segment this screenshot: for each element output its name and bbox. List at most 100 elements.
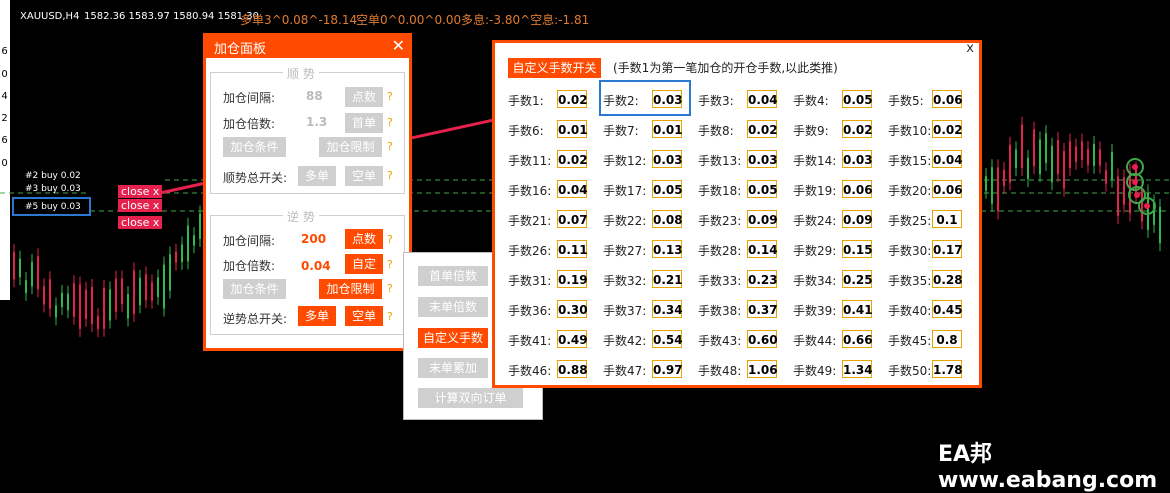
lot-input[interactable]: 0.45 — [932, 300, 963, 318]
lot-input[interactable]: 0.02 — [747, 120, 778, 138]
lot-input[interactable]: 0.06 — [932, 90, 963, 108]
lot-label: 手数29: — [793, 244, 837, 258]
help-icon[interactable]: ? — [387, 282, 393, 295]
candle-body — [1105, 170, 1107, 184]
trend-interval-value[interactable]: 88 — [306, 89, 323, 103]
lot-input[interactable]: 1.34 — [842, 360, 873, 378]
lot-input[interactable]: 0.17 — [932, 240, 963, 258]
last-order-multiplier-button[interactable]: 末单倍数 — [418, 297, 488, 317]
lot-input[interactable]: 0.06 — [842, 180, 873, 198]
lot-input[interactable]: 0.88 — [557, 360, 588, 378]
trend-long-button[interactable]: 多单 — [298, 166, 336, 186]
lot-input[interactable]: 0.30 — [557, 300, 588, 318]
lot-input[interactable]: 0.97 — [652, 360, 683, 378]
counter-points-button[interactable]: 点数 — [345, 229, 383, 249]
lot-input[interactable]: 0.25 — [842, 270, 873, 288]
lot-input[interactable]: 0.02 — [557, 90, 588, 108]
help-icon[interactable]: ? — [387, 233, 393, 246]
lot-input[interactable]: 0.1 — [932, 210, 962, 228]
trend-condition-button[interactable]: 加仓条件 — [223, 137, 286, 157]
close-icon[interactable]: ✕ — [392, 36, 405, 55]
lot-input[interactable]: 0.13 — [652, 240, 683, 258]
lot-input[interactable]: 0.01 — [652, 120, 683, 138]
lot-input[interactable]: 0.09 — [842, 210, 873, 228]
help-icon[interactable]: ? — [387, 169, 393, 182]
help-icon[interactable]: ? — [387, 90, 393, 103]
lot-input[interactable]: 0.60 — [747, 330, 778, 348]
first-order-multiplier-button[interactable]: 首单倍数 — [418, 266, 488, 286]
lot-input[interactable]: 0.11 — [557, 240, 588, 258]
counter-long-button[interactable]: 多单 — [298, 306, 336, 326]
counter-multiplier-value[interactable]: 0.04 — [301, 259, 331, 273]
counter-custom-button[interactable]: 自定 — [345, 254, 383, 274]
lot-input[interactable]: 0.05 — [652, 180, 683, 198]
lot-input[interactable]: 0.04 — [747, 90, 778, 108]
trend-points-button[interactable]: 点数 — [345, 87, 383, 107]
candle-body — [1057, 140, 1059, 175]
lot-input[interactable]: 0.21 — [652, 270, 683, 288]
custom-lots-switch-button[interactable]: 自定义手数开关 — [508, 58, 601, 78]
lot-input[interactable]: 0.02 — [932, 120, 963, 138]
lot-input[interactable]: 0.34 — [652, 300, 683, 318]
lot-input[interactable]: 0.49 — [557, 330, 588, 348]
counter-short-button[interactable]: 空单 — [345, 306, 383, 326]
lot-input[interactable]: 0.09 — [747, 210, 778, 228]
lot-input[interactable]: 0.8 — [932, 330, 962, 348]
counter-interval-label: 加仓间隔: — [223, 234, 276, 248]
lot-input[interactable]: 0.05 — [747, 180, 778, 198]
lot-input[interactable]: 0.15 — [842, 240, 873, 258]
lot-input[interactable]: 0.03 — [652, 150, 683, 168]
counter-limit-button[interactable]: 加仓限制 — [319, 279, 382, 299]
trend-first-order-button[interactable]: 首单 — [345, 113, 383, 133]
lot-input[interactable]: 1.78 — [932, 360, 963, 378]
lot-input[interactable]: 0.23 — [747, 270, 778, 288]
trend-multiplier-value[interactable]: 1.3 — [306, 115, 327, 129]
counter-interval-value[interactable]: 200 — [301, 232, 326, 246]
lot-input[interactable]: 0.07 — [557, 210, 588, 228]
trend-limit-button[interactable]: 加仓限制 — [319, 137, 382, 157]
lot-input[interactable]: 0.37 — [747, 300, 778, 318]
lot-label: 手数30: — [888, 244, 932, 258]
lot-label: 手数26: — [508, 244, 552, 258]
lot-input[interactable]: 0.06 — [932, 180, 963, 198]
lot-label: 手数49: — [793, 364, 837, 378]
close-trade-button[interactable]: close x — [118, 216, 163, 229]
lot-input[interactable]: 0.01 — [557, 120, 588, 138]
lot-input[interactable]: 0.04 — [557, 180, 588, 198]
lot-input[interactable]: 0.54 — [652, 330, 683, 348]
help-icon[interactable]: ? — [387, 258, 393, 271]
lot-input[interactable]: 0.28 — [932, 270, 963, 288]
lot-input[interactable]: 0.02 — [842, 120, 873, 138]
help-icon[interactable]: ? — [387, 116, 393, 129]
candle-body — [91, 286, 93, 325]
lot-input[interactable]: 0.14 — [747, 240, 778, 258]
help-icon[interactable]: ? — [387, 140, 393, 153]
lot-input[interactable]: 1.06 — [747, 360, 778, 378]
lot-input[interactable]: 0.66 — [842, 330, 873, 348]
lot-input[interactable]: 0.41 — [842, 300, 873, 318]
trend-short-button[interactable]: 空单 — [345, 166, 383, 186]
last-order-accumulate-button[interactable]: 末单累加 — [418, 358, 488, 378]
lot-label: 手数5: — [888, 94, 924, 108]
help-icon[interactable]: ? — [387, 310, 393, 323]
calc-bidirectional-button[interactable]: 计算双向订单 — [418, 388, 523, 408]
candle-body — [31, 261, 33, 287]
close-trade-button[interactable]: close x — [118, 185, 163, 198]
lot-input[interactable]: 0.08 — [652, 210, 683, 228]
lot-input[interactable]: 0.05 — [842, 90, 873, 108]
lot-input[interactable]: 0.03 — [842, 150, 873, 168]
lot-input[interactable]: 0.04 — [932, 150, 963, 168]
counter-condition-button[interactable]: 加仓条件 — [223, 279, 286, 299]
close-icon[interactable]: x — [966, 41, 974, 56]
watermark: EA邦 www.eabang.com — [938, 442, 1158, 493]
highlight-lot-box — [599, 80, 691, 116]
lot-input[interactable]: 0.03 — [747, 150, 778, 168]
close-trade-button[interactable]: close x — [118, 199, 163, 212]
candle-body — [169, 254, 171, 291]
custom-lots-button[interactable]: 自定义手数 — [418, 328, 488, 348]
lot-input[interactable]: 0.02 — [557, 150, 588, 168]
lot-label: 手数38: — [698, 304, 742, 318]
chart-symbol: XAUUSD,H4 — [20, 11, 80, 22]
lot-input[interactable]: 0.19 — [557, 270, 588, 288]
sell-stat: 空单0^0.00^0.00 — [356, 13, 462, 27]
